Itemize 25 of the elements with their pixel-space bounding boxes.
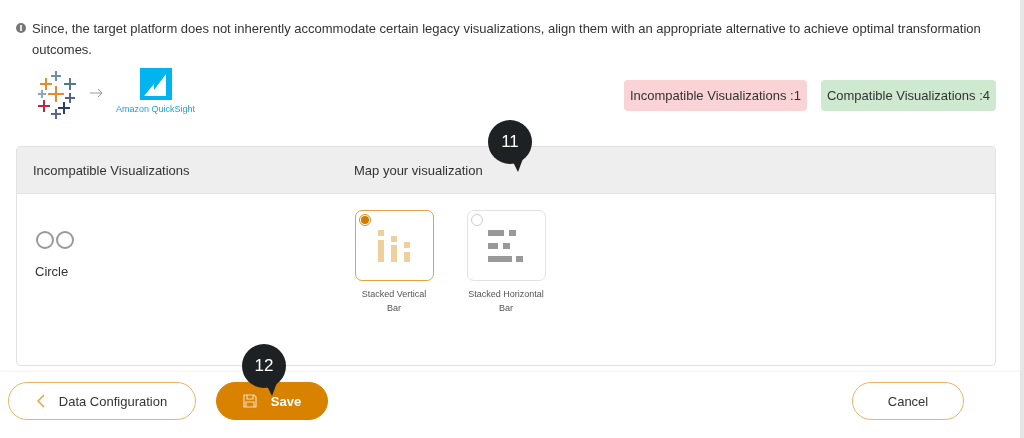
vertical-bar-chart-icon xyxy=(376,229,412,262)
visualization-name: Circle xyxy=(35,264,70,279)
chevron-left-icon xyxy=(36,394,45,408)
circle-chart-icon xyxy=(35,230,75,250)
quicksight-label: Amazon QuickSight xyxy=(116,104,196,114)
option-label: Stacked Horizontal Bar xyxy=(467,288,545,315)
count-badge: Compatible Visualizations :4 xyxy=(820,79,996,111)
save-icon xyxy=(242,394,257,408)
info-icon xyxy=(16,23,26,33)
back-button[interactable]: Data Configuration xyxy=(8,382,196,420)
tableau-logo-icon xyxy=(36,68,78,122)
radio-button[interactable] xyxy=(358,214,371,226)
notice-text: Since, the target platform does not inherently accommodate certain legacy visualizations, align them with an appropriate alternative to achieve optimal transformation outcomes. xyxy=(32,20,982,59)
horizontal-bar-chart-icon xyxy=(488,229,524,262)
step-callout: 12 xyxy=(240,344,288,396)
column-header: Map your visualization xyxy=(354,162,484,178)
quicksight-logo-icon xyxy=(139,68,172,100)
visualization-option-card[interactable] xyxy=(354,210,434,281)
cancel-button[interactable]: Cancel xyxy=(852,382,964,420)
arrow-icon xyxy=(90,88,104,98)
column-header: Incompatible Visualizations xyxy=(33,162,191,178)
option-label: Stacked Vertical Bar xyxy=(360,288,428,315)
count-badge: Incompatible Visualizations :1 xyxy=(623,79,807,111)
radio-button[interactable] xyxy=(470,214,483,226)
step-callout: 11 xyxy=(486,120,534,172)
